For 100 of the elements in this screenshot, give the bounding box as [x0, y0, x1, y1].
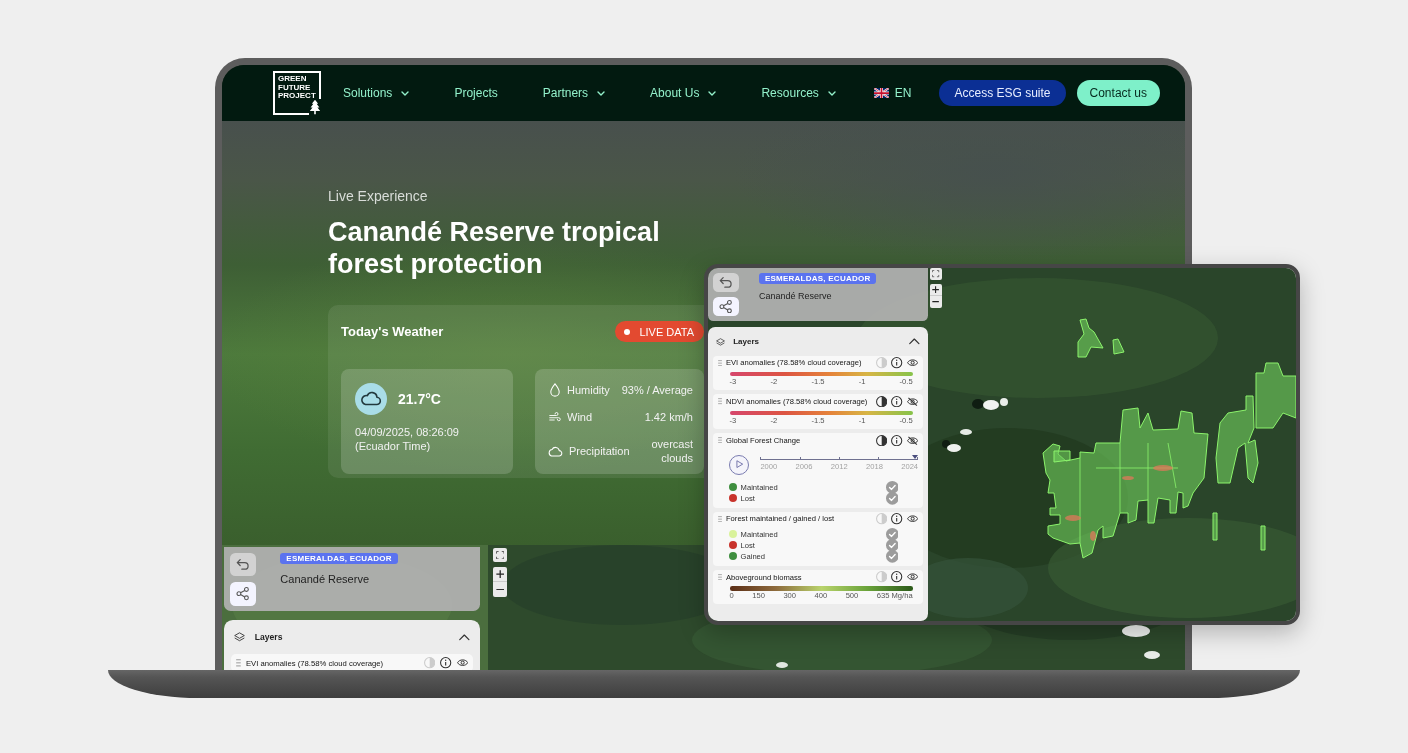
timeline-slider[interactable]	[760, 455, 919, 460]
forest-plot-outline	[1077, 318, 1104, 358]
nav-menu-item[interactable]: About Us	[650, 86, 717, 100]
checkmark-icon	[885, 528, 899, 541]
info-button[interactable]	[891, 395, 903, 408]
slider-thumb[interactable]	[911, 455, 918, 459]
logo[interactable]: GREEN FUTURE PROJECT	[273, 71, 321, 115]
info-icon	[891, 434, 903, 446]
reserve-name: Canandé Reserve	[280, 572, 369, 585]
play-icon	[735, 460, 743, 469]
layers-title: Layers	[254, 632, 283, 643]
contrast-icon	[876, 357, 888, 369]
back-arrow-icon	[719, 275, 733, 289]
share-icon	[719, 299, 733, 314]
visibility-button[interactable]	[906, 434, 919, 446]
caret-icon	[708, 90, 717, 96]
info-button[interactable]	[440, 657, 452, 669]
drag-handle-icon	[717, 437, 722, 444]
nav-menu-item[interactable]: Resources	[761, 86, 836, 100]
cloud-patch	[1144, 651, 1160, 659]
legend-toggle[interactable]	[885, 549, 899, 563]
nav-menu-item[interactable]: Solutions	[343, 86, 410, 100]
chevron-up-icon	[459, 633, 471, 641]
wind-icon	[549, 410, 561, 424]
visibility-button[interactable]	[906, 513, 919, 525]
cloud-icon	[355, 383, 387, 415]
weather-date-time: 04/09/2025, 08:26:09	[355, 425, 459, 439]
opacity-button[interactable]	[876, 395, 888, 408]
share-icon	[236, 587, 250, 601]
flag-icon	[873, 88, 889, 98]
cloud-patch	[942, 440, 961, 452]
live-dot-icon	[624, 328, 631, 335]
visibility-button[interactable]	[456, 657, 468, 669]
info-button[interactable]	[891, 513, 903, 525]
share-button[interactable]	[712, 296, 740, 317]
primary-button[interactable]: Access ESG suite	[939, 80, 1066, 106]
forest-plot-outline	[1112, 338, 1125, 355]
contrast-icon	[876, 571, 888, 583]
language-selector[interactable]: EN	[873, 86, 912, 100]
checkmark-icon	[885, 539, 899, 552]
info-icon	[891, 571, 903, 583]
legend-toggle[interactable]	[885, 528, 899, 541]
drag-handle-icon	[236, 659, 242, 667]
info-button[interactable]	[891, 571, 903, 583]
hero-title: Canandé Reserve tropical forest protection	[328, 216, 661, 280]
back-button[interactable]	[712, 272, 740, 292]
fullscreen-button[interactable]	[930, 268, 942, 280]
eye-icon	[906, 513, 919, 525]
weather-detail-value: 93% / Average	[620, 383, 693, 397]
drag-handle-icon	[717, 359, 722, 367]
eye-icon	[456, 657, 468, 669]
weather-title: Today's Weather	[341, 324, 444, 339]
reserve-name: Canandé Reserve	[758, 291, 832, 302]
zoom-in-button[interactable]	[493, 567, 507, 582]
info-icon	[440, 657, 452, 669]
legend-toggle[interactable]	[885, 491, 899, 505]
contrast-icon	[876, 395, 888, 408]
back-arrow-icon	[236, 557, 250, 571]
info-icon	[891, 395, 903, 408]
info-button[interactable]	[891, 357, 903, 369]
checkmark-icon	[885, 549, 899, 563]
region-badge: ESMERALDAS, ECUADOR	[280, 552, 398, 565]
zoom-out-button[interactable]	[930, 296, 942, 308]
weather-detail-label: Humidity	[567, 383, 610, 397]
visibility-button[interactable]	[906, 395, 919, 408]
fullscreen-icon	[495, 550, 505, 560]
share-button[interactable]	[229, 582, 257, 606]
visibility-button[interactable]	[906, 571, 919, 583]
cloud-patch	[960, 429, 972, 435]
cloud-patch	[1122, 625, 1150, 637]
layers-icon	[716, 337, 726, 346]
legend-toggle[interactable]	[885, 480, 899, 494]
water-drop-icon	[549, 383, 561, 397]
cloud-patch	[776, 662, 788, 668]
eye-slash-icon	[906, 434, 919, 446]
zoom-out-button[interactable]	[493, 582, 507, 597]
back-button[interactable]	[229, 552, 257, 577]
play-button[interactable]	[728, 454, 749, 475]
checkmark-icon	[885, 491, 899, 505]
cloud-icon	[547, 445, 563, 457]
info-icon	[891, 357, 903, 369]
collapse-button[interactable]	[909, 338, 920, 346]
live-data-label: LIVE DATA	[639, 325, 694, 338]
fullscreen-button[interactable]	[493, 548, 507, 562]
eyebrow-text: Live Experience	[328, 188, 429, 205]
nav-link[interactable]: Projects	[454, 86, 498, 100]
collapse-button[interactable]	[459, 633, 471, 641]
secondary-button[interactable]: Contact us	[1076, 80, 1160, 106]
weather-detail-value: overcast clouds	[650, 437, 693, 465]
zoom-in-button[interactable]	[930, 284, 942, 296]
forest-plot-outline	[1260, 525, 1266, 551]
nav-menu-item[interactable]: Partners	[542, 86, 606, 100]
contrast-icon	[876, 434, 888, 446]
legend-toggle[interactable]	[885, 539, 899, 552]
weather-detail-label: Wind	[567, 410, 593, 424]
info-button[interactable]	[891, 434, 903, 446]
layers-icon	[233, 632, 245, 643]
visibility-button[interactable]	[906, 357, 919, 369]
forest-plot-outline	[1212, 512, 1218, 541]
opacity-button[interactable]	[876, 434, 888, 446]
